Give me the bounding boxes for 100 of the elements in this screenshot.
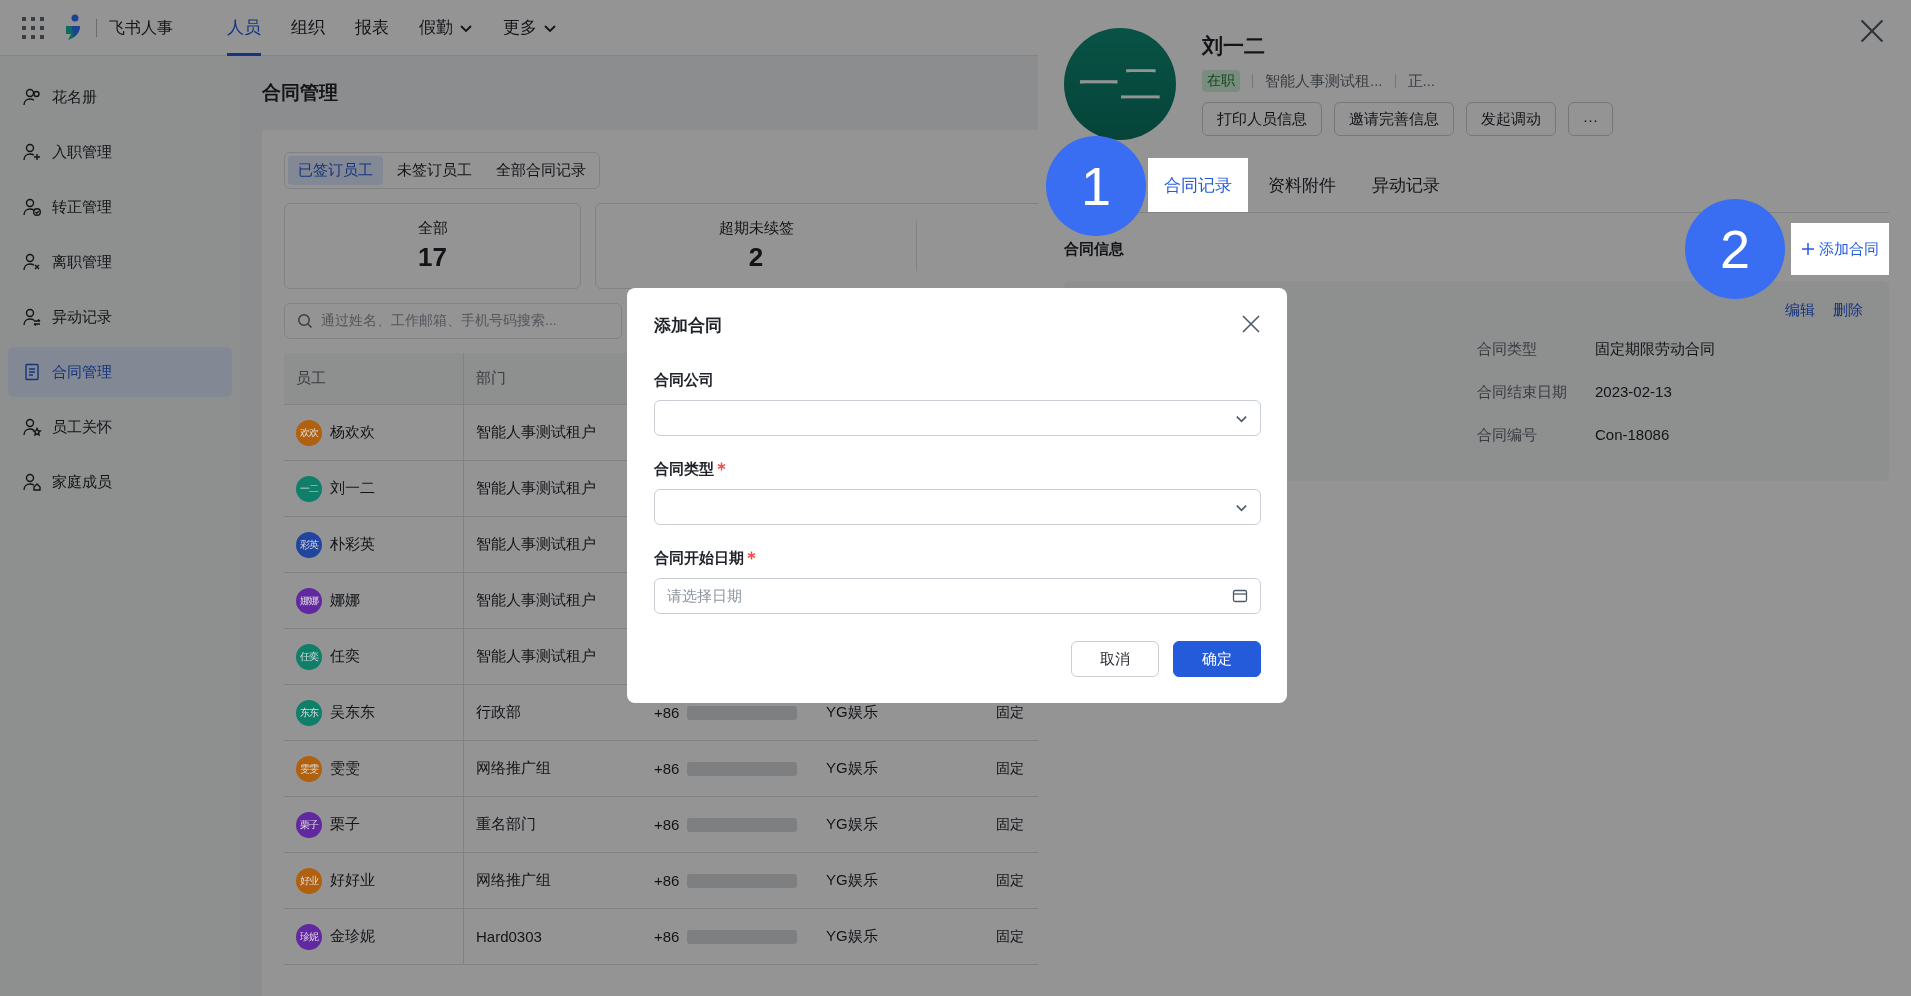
profile-tab[interactable]: 异动记录 [1356,158,1456,212]
avatar: 好业 [296,867,322,894]
avatar: 栗子 [296,811,322,838]
employee-name: 雯雯 [330,759,360,778]
employee-name: 吴东东 [330,703,375,722]
close-icon [1859,18,1885,44]
sidebar-item[interactable]: 入职管理 [8,127,232,177]
nav-tab[interactable]: 更多 [503,0,557,56]
department-cell: 行政部 [476,703,521,722]
avatar: 欢欢 [296,419,322,446]
avatar: 珍妮 [296,923,322,950]
field-label: 合同结束日期 [1477,383,1567,402]
department-cell: 智能人事测试租户 [476,535,596,554]
close-button[interactable] [1241,314,1261,334]
stat-label: 超期未续签 [718,219,794,238]
close-icon [1241,314,1261,334]
contract-type-cell: 固定 [996,927,1024,946]
profile-meta: 智能人事测试租... [1265,71,1383,91]
select-field[interactable] [654,489,1261,525]
phone-prefix: +86 [654,816,680,833]
employee-name: 金珍妮 [330,927,375,946]
avatar: 娜娜 [296,587,322,614]
status-tag: 在职 [1202,70,1240,92]
contract-type-cell: 固定 [996,703,1024,722]
company-cell: YG娱乐 [826,871,878,890]
department-cell: 网络推广组 [476,759,551,778]
person-star-icon [22,417,42,437]
document-icon [22,362,42,382]
contract-type-cell: 固定 [996,815,1024,834]
employee-name: 栗子 [330,815,360,834]
sidebar-item[interactable]: 异动记录 [8,292,232,342]
app-grid-icon[interactable] [20,14,46,41]
close-button[interactable] [1859,18,1885,44]
app-name: 飞书人事 [96,18,173,37]
employee-name: 刘一二 [330,479,375,498]
avatar: 一二 [296,475,322,502]
field-label: 合同类型 [1477,340,1537,359]
filter-tab[interactable]: 全部合同记录 [486,156,596,185]
filter-tab[interactable]: 已签订员工 [288,156,383,185]
sidebar-item[interactable]: 转正管理 [8,182,232,232]
nav-tab[interactable]: 组织 [291,0,325,56]
date-field[interactable]: 请选择日期 [654,578,1261,614]
person-remove-icon [22,252,42,272]
search-icon [297,313,313,329]
plus-icon [1801,242,1815,256]
filter-tab[interactable]: 未签订员工 [387,156,482,185]
add-contract-button[interactable]: 添加合同 [1791,223,1889,275]
profile-tab[interactable]: 合同记录 [1148,158,1248,212]
employee-name: 任奕 [330,647,360,666]
field-label: 合同编号 [1477,426,1537,445]
person-add-icon [22,142,42,162]
stat-value: 17 [418,242,447,273]
phone-prefix: +86 [654,760,680,777]
person-check-icon [22,197,42,217]
people-icon [22,87,42,107]
action-button[interactable]: ··· [1568,102,1613,136]
department-cell: 重名部门 [476,815,536,834]
field-value: Con-18086 [1595,426,1670,445]
field-label: 合同类型 [654,460,714,479]
step-badge: 1 [1046,136,1146,236]
avatar: 东东 [296,699,322,726]
department-cell: 智能人事测试租户 [476,647,596,666]
profile-tab[interactable]: 资料附件 [1252,158,1352,212]
employee-name: 好好业 [330,871,375,890]
sidebar-item[interactable]: 合同管理 [8,347,232,397]
sidebar-item[interactable]: 离职管理 [8,237,232,287]
sidebar-item[interactable]: 家庭成员 [8,457,232,507]
stat-label: 全部 [417,219,448,238]
contract-type-cell: 固定 [996,759,1024,778]
profile-meta: 正... [1407,71,1436,91]
select-field[interactable] [654,400,1261,436]
section-title: 合同信息 [1064,239,1124,259]
phone-prefix: +86 [654,928,680,945]
record-action-link[interactable]: 删除 [1833,301,1863,320]
action-button[interactable]: 打印人员信息 [1202,102,1322,136]
cancel-button[interactable]: 取消 [1071,641,1159,677]
company-cell: YG娱乐 [826,927,878,946]
step-badge: 2 [1685,199,1785,299]
sidebar-item[interactable]: 花名册 [8,72,232,122]
department-cell: 智能人事测试租户 [476,423,596,442]
field-label: 合同公司 [654,371,714,390]
nav-tab[interactable]: 报表 [355,0,389,56]
confirm-button[interactable]: 确定 [1173,641,1261,677]
dialog-title: 添加合同 [654,315,722,337]
company-cell: YG娱乐 [826,703,878,722]
avatar: 任奕 [296,643,322,670]
nav-tab[interactable]: 假勤 [419,0,473,56]
person-swap-icon [22,307,42,327]
field-value: 固定期限劳动合同 [1595,340,1715,359]
employee-name: 娜娜 [330,591,360,610]
employee-name: 朴彩英 [330,535,375,554]
action-button[interactable]: 邀请完善信息 [1334,102,1454,136]
department-cell: Hard0303 [476,928,542,945]
page-title: 合同管理 [262,81,338,105]
record-action-link[interactable]: 编辑 [1785,301,1815,320]
stat-value: 2 [748,242,764,273]
action-button[interactable]: 发起调动 [1466,102,1556,136]
phone-prefix: +86 [654,872,680,889]
sidebar-item[interactable]: 员工关怀 [8,402,232,452]
person-home-icon [22,472,42,492]
